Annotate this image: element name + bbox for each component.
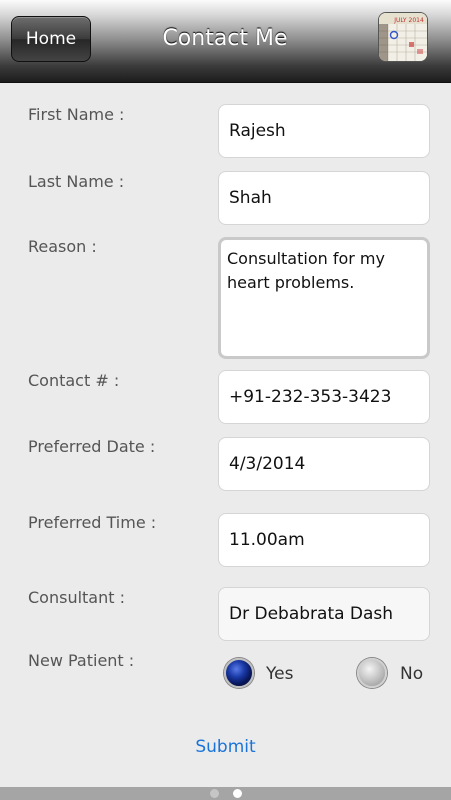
- new-patient-yes-radio[interactable]: [224, 658, 254, 688]
- page-dot-1[interactable]: [210, 789, 219, 798]
- new-patient-label: New Patient :: [28, 651, 135, 670]
- preferred-time-field[interactable]: 11.00am: [218, 513, 430, 567]
- last-name-field[interactable]: Shah: [218, 171, 430, 225]
- new-patient-yes-label: Yes: [266, 664, 294, 684]
- contact-field[interactable]: +91-232-353-3423: [218, 370, 430, 424]
- consultant-label: Consultant :: [28, 588, 125, 607]
- last-name-label: Last Name :: [28, 172, 125, 191]
- page-title: Contact Me: [162, 26, 288, 51]
- page-indicator: [0, 787, 451, 800]
- preferred-date-field[interactable]: 4/3/2014: [218, 437, 430, 491]
- preferred-time-label: Preferred Time :: [28, 513, 157, 532]
- contact-label: Contact # :: [28, 371, 120, 390]
- calendar-icon[interactable]: JULY 2014: [378, 12, 428, 62]
- reason-label: Reason :: [28, 237, 97, 256]
- reason-textarea[interactable]: Consultation for my heart problems.: [218, 237, 430, 359]
- new-patient-no-radio[interactable]: [357, 658, 387, 688]
- page-dot-2[interactable]: [233, 789, 242, 798]
- new-patient-no-label: No: [400, 664, 424, 684]
- consultant-field[interactable]: Dr Debabrata Dash: [218, 587, 430, 641]
- first-name-field[interactable]: Rajesh: [218, 104, 430, 158]
- submit-button[interactable]: Submit: [0, 737, 451, 757]
- preferred-date-label: Preferred Date :: [28, 437, 156, 456]
- calendar-month-text: JULY 2014: [393, 17, 424, 24]
- home-button[interactable]: Home: [11, 16, 91, 62]
- first-name-label: First Name :: [28, 105, 125, 124]
- navigation-bar: Home Contact Me JULY 2014: [0, 0, 451, 83]
